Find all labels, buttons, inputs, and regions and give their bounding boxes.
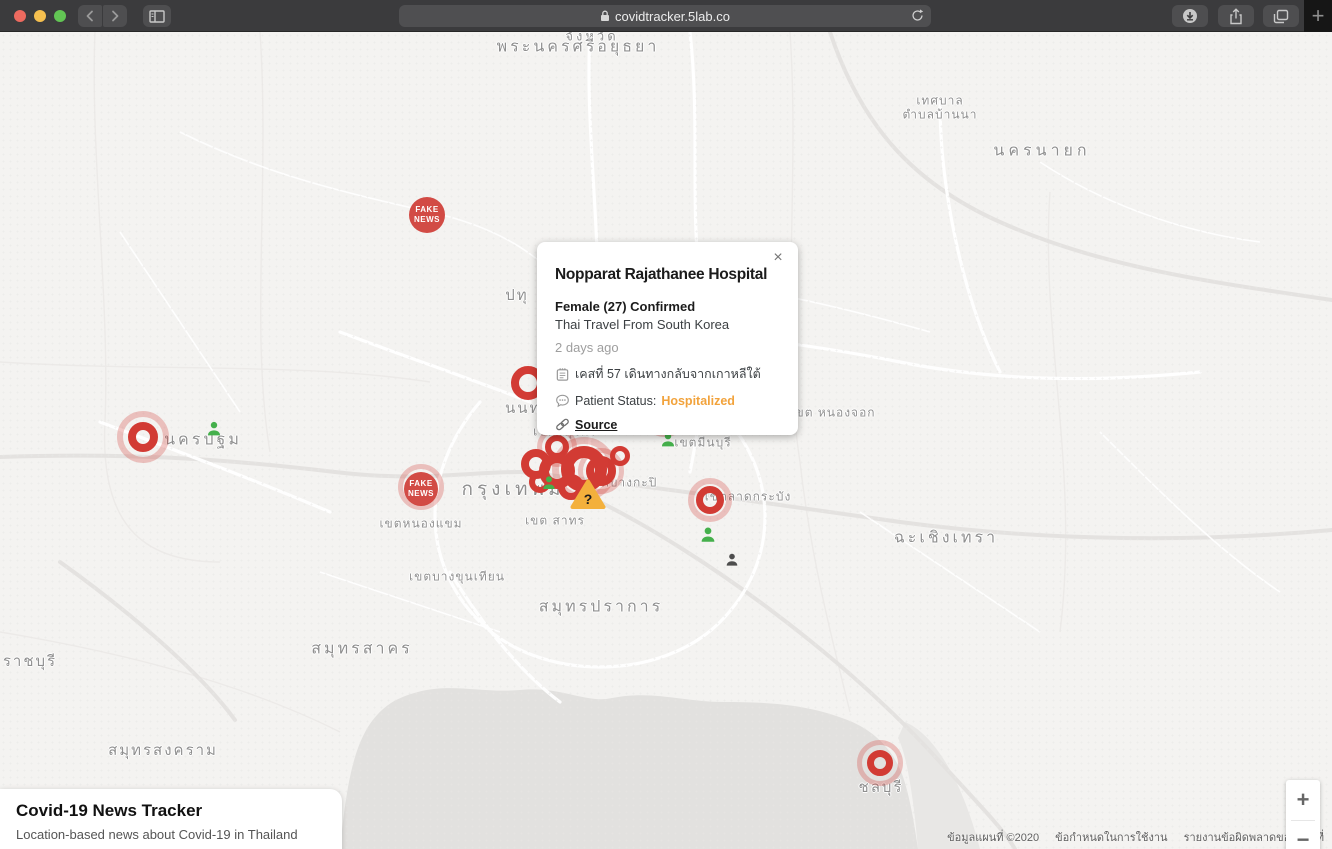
map-data-copyright: ข้อมูลแผนที่ ©2020 <box>947 828 1039 846</box>
map-label: เขต หนองจอก <box>790 404 875 423</box>
map-attribution: ข้อมูลแผนที่ ©2020 ข้อกำหนดในการใช้งาน ร… <box>947 828 1324 846</box>
sidebar-icon <box>149 10 165 23</box>
marker-core-ring <box>128 422 158 452</box>
zoom-in-button[interactable]: + <box>1286 780 1320 820</box>
terms-link[interactable]: ข้อกำหนดในการใช้งาน <box>1055 828 1167 846</box>
download-icon <box>1182 8 1198 24</box>
map-label: เขตบางขุนเทียน <box>409 568 505 587</box>
zoom-control: + − <box>1286 780 1320 849</box>
person-marker-green[interactable] <box>699 526 717 544</box>
site-title: Covid-19 News Tracker <box>16 801 326 821</box>
popup-case-line: Female (27) Confirmed <box>555 299 780 314</box>
map-label: สมุทรสาคร <box>311 637 413 662</box>
marker-halo-ring <box>398 464 444 510</box>
fake-news-circle: FAKENEWS <box>409 197 445 233</box>
marker-core-ring <box>696 486 724 514</box>
popup-status-value: Hospitalized <box>661 394 735 408</box>
address-bar[interactable]: covidtracker.5lab.co <box>399 5 931 27</box>
forward-button[interactable] <box>103 5 127 27</box>
person-icon <box>699 526 717 544</box>
tabs-icon <box>1273 9 1289 24</box>
chevron-left-icon <box>84 9 96 23</box>
speech-bubble-icon <box>555 393 570 408</box>
question-triangle-icon: ? <box>570 479 606 511</box>
map-canvas[interactable]: จังหวัดพระนครศรีอยุธยาเทศบาลตำบลบ้านนานค… <box>0 32 1332 849</box>
chevron-right-icon <box>109 9 121 23</box>
unverified-news-marker[interactable]: ? <box>570 479 606 516</box>
svg-text:?: ? <box>584 491 593 507</box>
share-icon <box>1229 8 1243 25</box>
popup-travel-line: Thai Travel From South Korea <box>555 317 780 332</box>
popup-time-ago: 2 days ago <box>555 340 780 355</box>
window-close-button[interactable] <box>14 10 26 22</box>
fake-news-marker[interactable]: FAKENEWS <box>409 197 445 233</box>
site-subtitle: Location-based news about Covid-19 in Th… <box>16 827 326 842</box>
popup-title: Nopparat Rajathanee Hospital <box>555 266 780 284</box>
map-label: ฉะเชิงเทรา <box>894 526 998 551</box>
map-label: นครนายก <box>993 139 1090 164</box>
map-label: ราชบุรี <box>3 649 57 673</box>
tab-overview-button[interactable] <box>1263 5 1299 27</box>
window-minimize-button[interactable] <box>34 10 46 22</box>
marker-core-ring <box>867 750 893 776</box>
back-button[interactable] <box>78 5 102 27</box>
share-button[interactable] <box>1218 5 1254 27</box>
map-label: ตำบลบ้านนา <box>902 106 977 125</box>
popup-note: เคสที่ 57 เดินทางกลับจากเกาหลีใต้ <box>575 364 761 384</box>
case-popup: × Nopparat Rajathanee Hospital Female (2… <box>537 242 798 435</box>
sidebar-toggle-button[interactable] <box>143 5 171 27</box>
map-label: นครปฐม <box>164 428 242 453</box>
person-icon <box>541 475 557 491</box>
reload-button[interactable] <box>911 9 924 25</box>
person-marker-green[interactable] <box>206 421 223 438</box>
water-gulf <box>340 688 918 849</box>
popup-close-button[interactable]: × <box>768 248 788 268</box>
map-label: สมุทรสงคราม <box>108 738 218 762</box>
url-text: covidtracker.5lab.co <box>615 9 730 24</box>
map-label: ปทุ <box>505 283 528 307</box>
map-label: เขตมีนบุรี <box>674 434 731 453</box>
popup-status-label: Patient Status: <box>575 394 656 408</box>
map-label: พระนครศรีอยุธยา <box>497 35 660 60</box>
link-icon <box>555 417 570 432</box>
person-marker-gray[interactable] <box>725 553 740 568</box>
downloads-button[interactable] <box>1172 5 1208 27</box>
note-icon <box>555 367 570 382</box>
map-label: เขตหนองแขม <box>379 515 462 534</box>
zoom-out-button[interactable]: − <box>1286 821 1320 849</box>
corner-plus-button[interactable]: + <box>1304 0 1332 32</box>
map-label: สมุทรปราการ <box>539 595 663 620</box>
browser-toolbar: covidtracker.5lab.co + <box>0 0 1332 32</box>
person-icon <box>725 553 740 568</box>
lock-icon <box>600 10 610 22</box>
plus-icon: + <box>1312 3 1325 29</box>
site-info-card: Covid-19 News Tracker Location-based new… <box>0 789 342 849</box>
reload-icon <box>911 9 924 22</box>
window-zoom-button[interactable] <box>54 10 66 22</box>
person-marker-green[interactable] <box>541 475 557 491</box>
person-icon <box>206 421 223 438</box>
popup-source-link[interactable]: Source <box>575 418 617 432</box>
